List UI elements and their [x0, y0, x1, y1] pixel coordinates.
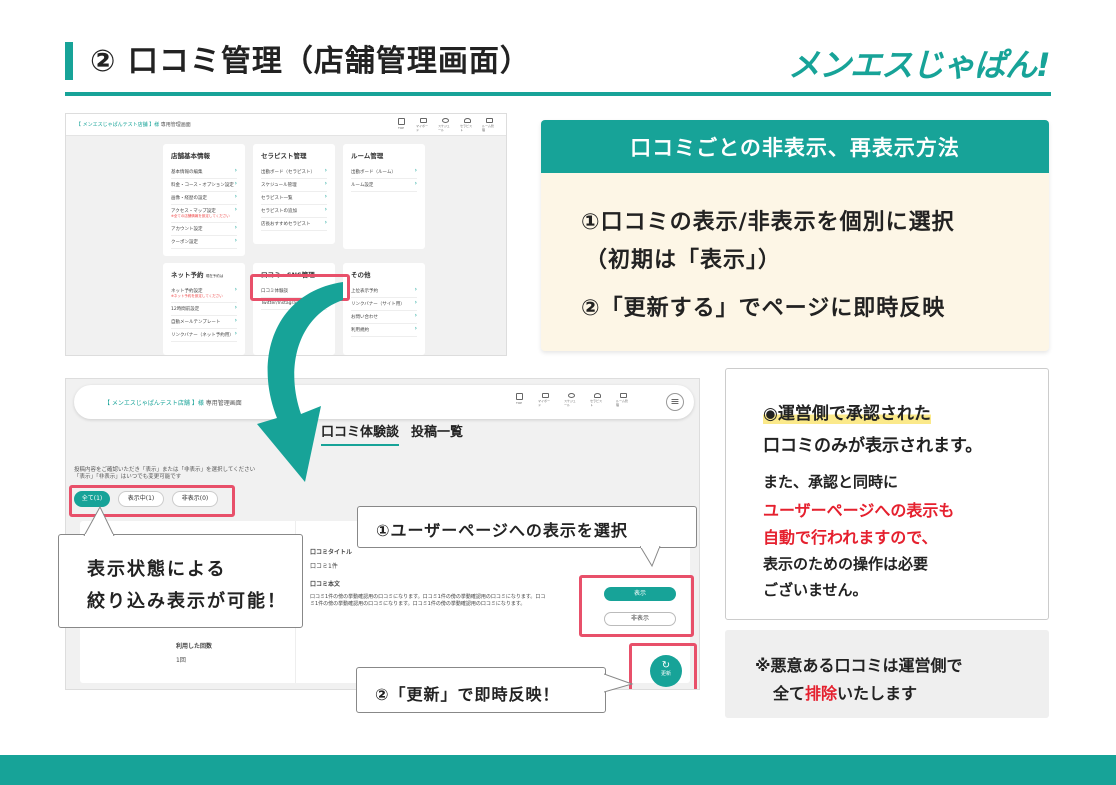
- breadcrumb: 【 メンエスじゃぱんテスト店舗 】様 専用管理画面: [76, 122, 191, 128]
- filter-callout: 表示状態による 絞り込み表示が可能！: [58, 534, 303, 628]
- room-icon[interactable]: ルーム管理: [616, 393, 630, 407]
- toggle-highlight-box: [579, 575, 694, 637]
- therapist-icon[interactable]: セラピスト: [590, 393, 604, 407]
- update-highlight-box: [629, 643, 697, 689]
- menu-item[interactable]: クーポン設定: [171, 236, 237, 249]
- board-icon[interactable]: マイボード: [416, 118, 430, 132]
- review-title: 口コミ1件: [310, 563, 338, 570]
- menu-item[interactable]: 基本情報の編集: [171, 166, 237, 179]
- board-icon[interactable]: マイボード: [538, 393, 552, 407]
- approval-note: ◉運営側で承認された 口コミのみが表示されます。 また、承認と同時に ユーザーペ…: [725, 368, 1049, 620]
- malicious-review-note: ※悪意ある口コミは運営側で 全て排除いたします: [725, 630, 1049, 718]
- home-icon[interactable]: TOP: [512, 393, 526, 407]
- other-card: その他 上位表示予約 リンクバナー（サイト用） お問い合わせ 利用規約: [343, 263, 425, 355]
- menu-item[interactable]: ルーム設定: [351, 179, 417, 192]
- step2-text: ②「更新する」でページに即時反映: [581, 296, 946, 321]
- menu-item[interactable]: 出勤ボード（ルーム）: [351, 166, 417, 179]
- breadcrumb: 【 メンエスじゃぱんテスト店舗 】様 専用管理画面: [104, 400, 242, 407]
- menu-icon[interactable]: ≡: [666, 393, 684, 411]
- instructions: 投稿内容をご確認いただき「表示」または「非表示」を選択してください 「表示」「非…: [74, 467, 256, 480]
- review-title-label: 口コミタイトル: [310, 549, 353, 556]
- info-heading: 口コミごとの非表示、再表示方法: [541, 120, 1049, 173]
- callout-pointer: [604, 673, 634, 693]
- room-card: ルーム管理 出勤ボード（ルーム） ルーム設定: [343, 144, 425, 249]
- info-panel: 口コミごとの非表示、再表示方法 ①口コミの表示/非表示を個別に選択 （初期は「表…: [541, 120, 1049, 351]
- menu-item[interactable]: 出勤ボード（セラピスト）: [261, 166, 327, 179]
- admin-topbar: 【 メンエスじゃぱんテスト店舗 】様 専用管理画面 TOP マイボード スケジュ…: [74, 385, 694, 419]
- footer-bar: [0, 755, 1116, 785]
- top-nav: TOP マイボード スケジュール セラピスト ルーム管理: [394, 118, 496, 132]
- update-callout: ②「更新」で即時反映！: [356, 667, 606, 713]
- room-icon[interactable]: ルーム管理: [482, 118, 496, 132]
- select-callout: ①ユーザーページへの表示を選択: [357, 506, 697, 548]
- step1-note: （初期は「表示」）: [585, 248, 782, 273]
- menu-item[interactable]: セラピストの追加: [261, 205, 327, 218]
- therapist-card: セラピスト管理 出勤ボード（セラピスト） スケジュール管理 セラピスト一覧 セラ…: [253, 144, 335, 244]
- callout-pointer: [83, 506, 115, 536]
- brand-logo: メンエスじゃぱん!: [788, 46, 1051, 84]
- tab-post-list[interactable]: 投稿一覧: [411, 421, 463, 446]
- menu-item[interactable]: ネット予約設定 ※ネット予約を設定してください: [171, 285, 237, 303]
- flow-arrow-icon: [257, 282, 343, 482]
- menu-item[interactable]: リンクバナー（サイト用）: [351, 298, 417, 311]
- menu-item[interactable]: アカウント設定: [171, 223, 237, 236]
- menu-item[interactable]: セラピスト一覧: [261, 192, 327, 205]
- title-accent-bar: [65, 42, 73, 80]
- menu-item[interactable]: 店長おすすめセラピスト: [261, 218, 327, 231]
- admin-topbar: 【 メンエスじゃぱんテスト店舗 】様 専用管理画面 TOP マイボード スケジュ…: [66, 114, 506, 136]
- menu-item[interactable]: 料金・コース・オプション設定: [171, 179, 237, 192]
- callout-pointer: [640, 546, 661, 568]
- review-body-label: 口コミ本文: [310, 581, 341, 588]
- menu-item[interactable]: お問い合わせ: [351, 311, 417, 324]
- header-divider: [65, 92, 1051, 96]
- use-count-value: 1回: [176, 657, 186, 664]
- schedule-icon[interactable]: スケジュール: [438, 118, 452, 132]
- store-info-card: 店舗基本情報 基本情報の編集 料金・コース・オプション設定 画像・経歴の設定 ア…: [163, 144, 245, 256]
- review-body: 口コミ1件の傍の挙動確認用の口コミになります。口コミ1件の傍の挙動確認用の口コミ…: [310, 594, 546, 607]
- top-nav: TOP マイボード スケジュール セラピスト ルーム管理: [512, 393, 630, 407]
- menu-item[interactable]: 画像・経歴の設定: [171, 192, 237, 205]
- menu-item[interactable]: 自動メールテンプレート: [171, 316, 237, 329]
- menu-item[interactable]: 上位表示予約: [351, 285, 417, 298]
- page-title: ② 口コミ管理（店舗管理画面）: [90, 44, 531, 79]
- menu-item[interactable]: アクセス・マップ設定 ※全ての店舗情報を設定してください: [171, 205, 237, 223]
- home-icon[interactable]: TOP: [394, 118, 408, 132]
- step1-text: ①口コミの表示/非表示を個別に選択: [581, 210, 955, 235]
- net-reserve-card: ネット予約 現在予約は ネット予約設定※ネット予約を設定してください 12時間前…: [163, 263, 245, 355]
- menu-item[interactable]: 12時間前設定: [171, 303, 237, 316]
- menu-item[interactable]: スケジュール管理: [261, 179, 327, 192]
- menu-item[interactable]: リンクバナー（ネット予約用）: [171, 329, 237, 342]
- schedule-icon[interactable]: スケジュール: [564, 393, 578, 407]
- use-count-label: 利用した回数: [176, 643, 213, 650]
- menu-item[interactable]: 利用規約: [351, 324, 417, 337]
- therapist-icon[interactable]: セラピスト: [460, 118, 474, 132]
